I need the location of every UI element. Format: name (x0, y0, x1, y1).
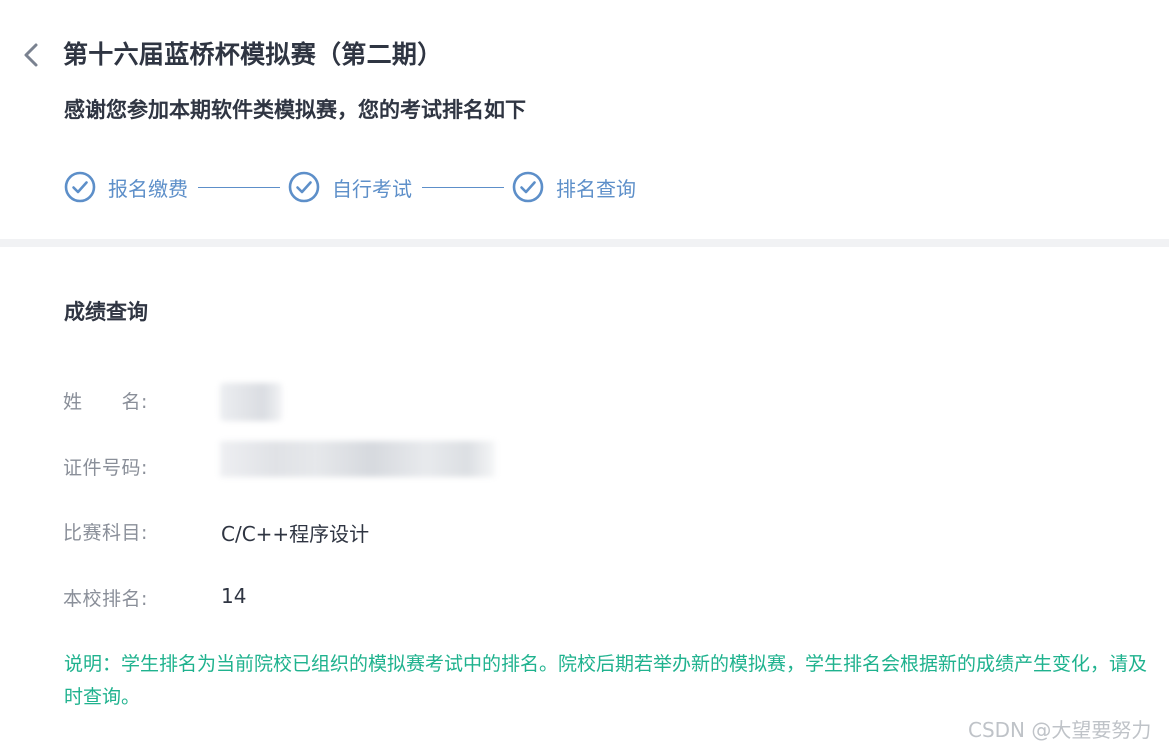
step-label: 报名缴费 (108, 176, 188, 201)
back-arrow-icon[interactable] (20, 40, 42, 70)
step-label: 排名查询 (556, 176, 636, 201)
step-label: 自行考试 (332, 176, 412, 201)
subject-value: C/C++程序设计 (221, 522, 370, 546)
field-subject: 比赛科目: C/C++程序设计 (63, 518, 563, 548)
field-school-rank: 本校排名: 14 (63, 584, 563, 614)
page-subtitle: 感谢您参加本期软件类模拟赛，您的考试排名如下 (64, 98, 526, 122)
check-circle-icon (512, 171, 544, 203)
field-id-number: 证件号码: (63, 441, 563, 483)
ranking-note: 说明：学生排名为当前院校已组织的模拟赛考试中的排名。院校后期若举办新的模拟赛，学… (64, 653, 1148, 708)
section-divider (0, 239, 1169, 247)
step-self-exam: 自行考试 (288, 171, 412, 203)
check-circle-icon (64, 171, 96, 203)
check-circle-icon (288, 171, 320, 203)
field-label: 姓 名: (63, 391, 148, 413)
watermark: CSDN @大望要努力 (968, 718, 1152, 742)
step-connector (198, 186, 280, 188)
field-label: 证件号码: (63, 457, 148, 479)
section-title: 成绩查询 (64, 300, 148, 324)
field-label: 本校排名: (63, 588, 148, 610)
page-title: 第十六届蓝桥杯模拟赛（第二期） (63, 40, 443, 69)
rank-value: 14 (221, 584, 247, 608)
progress-steps: 报名缴费 自行考试 排名查询 (64, 170, 636, 204)
step-connector (422, 186, 504, 188)
page: 第十六届蓝桥杯模拟赛（第二期） 感谢您参加本期软件类模拟赛，您的考试排名如下 报… (0, 0, 1169, 748)
redacted-id-number (220, 441, 495, 477)
step-register-pay: 报名缴费 (64, 171, 188, 203)
redacted-name (220, 383, 282, 421)
step-rank-query: 排名查询 (512, 171, 636, 203)
field-name: 姓 名: (63, 383, 463, 421)
field-label: 比赛科目: (63, 522, 148, 544)
